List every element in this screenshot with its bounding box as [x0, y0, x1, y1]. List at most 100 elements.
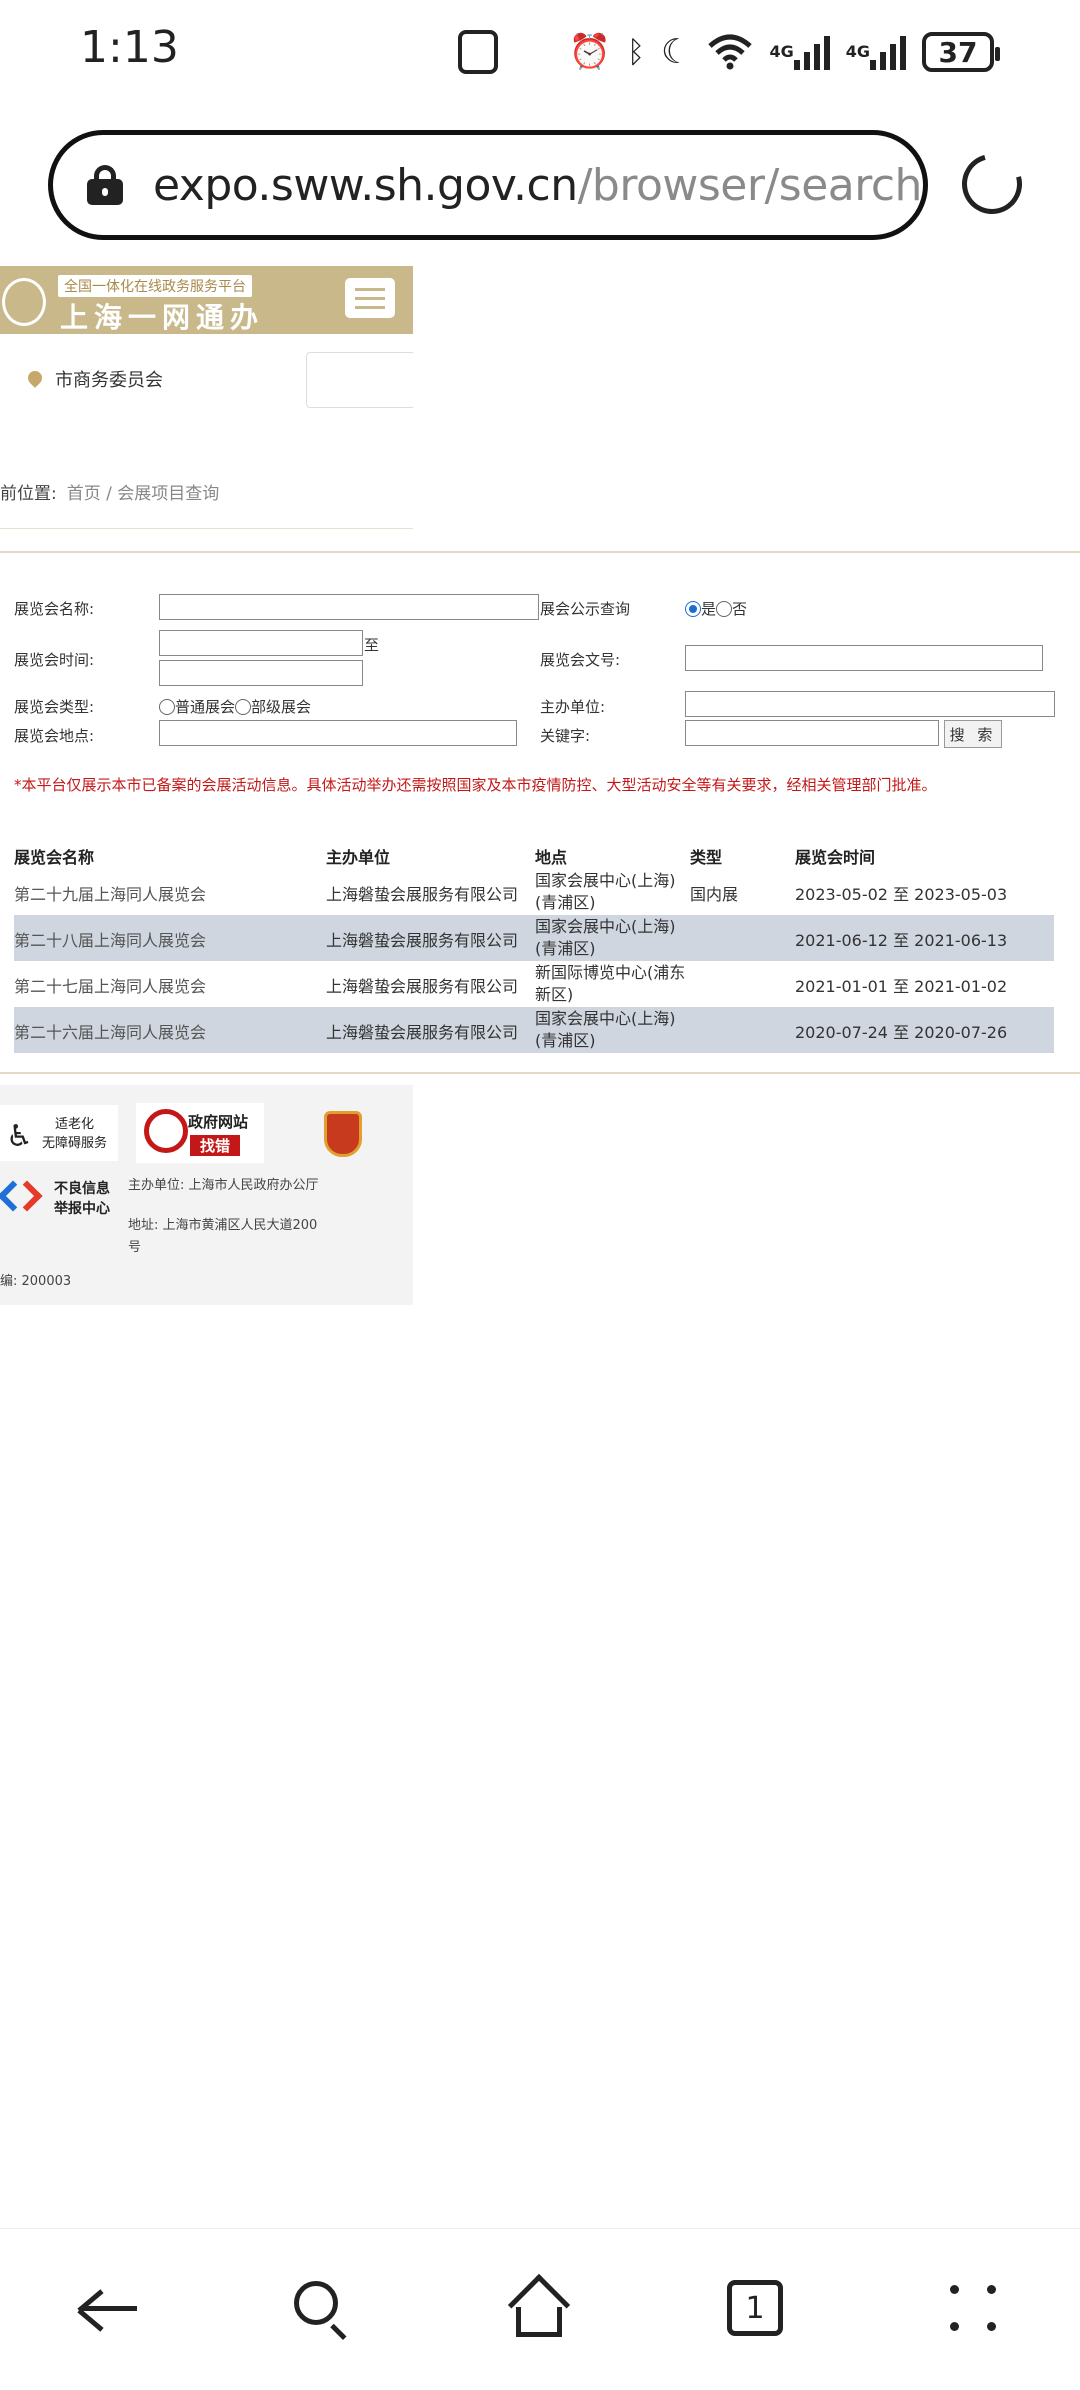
location-text[interactable]: 市商务委员会: [55, 366, 163, 392]
doc-no-label: 展览会文号:: [540, 651, 621, 669]
name-label: 展览会名称:: [14, 600, 95, 618]
place-label: 展览会地点:: [14, 727, 95, 745]
police-badge-icon[interactable]: [324, 1111, 362, 1157]
battery-icon: 37: [922, 32, 1000, 72]
report-center-text[interactable]: 不良信息 举报中心: [54, 1179, 110, 1219]
back-arrow-icon: [77, 2288, 137, 2332]
type-label: 展览会类型:: [14, 698, 95, 716]
status-bar: 1:13 ⏰ ᛒ ☾ 4G 4G 37: [0, 0, 1080, 104]
row-host: 上海磐蛰会展服务有限公司: [326, 977, 519, 996]
publicity-options: 是否: [685, 598, 747, 619]
header-search-box[interactable]: [306, 352, 413, 408]
row-name[interactable]: 第二十七届上海同人展览会: [14, 973, 206, 997]
home-button[interactable]: [504, 2273, 574, 2343]
time-to-label: 至: [364, 636, 380, 654]
url-text[interactable]: expo.sww.sh.gov.cn/browser/search-: [153, 159, 928, 211]
publicity-no-label: 否: [732, 600, 748, 618]
find-error-text: 找错: [190, 1135, 241, 1156]
accessibility-text: 适老化 无障碍服务: [42, 1117, 108, 1151]
place-input[interactable]: [159, 720, 517, 746]
gov-site-text: 政府网站: [188, 1113, 249, 1131]
table-row[interactable]: 第二十七届上海同人展览会 上海磐蛰会展服务有限公司 新国际博览中心(浦东 新区) …: [14, 961, 1054, 1007]
more-dots-icon: [948, 2283, 998, 2333]
col-header-host: 主办单位: [326, 848, 391, 867]
breadcrumb-path[interactable]: 首页 / 会展项目查询: [67, 484, 220, 504]
table-row[interactable]: 第二十八届上海同人展览会 上海磐蛰会展服务有限公司 国家会展中心(上海) (青浦区…: [14, 915, 1054, 961]
network-type-1: 4G: [769, 42, 794, 61]
row-place: 国家会展中心(上海) (青浦区): [535, 871, 676, 912]
keyword-input[interactable]: [685, 720, 939, 746]
type-options: 普通展会 部级展会: [159, 696, 311, 717]
location-row: 市商务委员会: [0, 352, 413, 410]
host-input[interactable]: [685, 691, 1055, 717]
status-time: 1:13: [80, 22, 179, 73]
magnifier-icon: [144, 1109, 188, 1153]
row-place: 新国际博览中心(浦东 新区): [535, 963, 686, 1004]
publicity-yes-label: 是: [701, 600, 717, 618]
wheelchair-icon: ♿: [6, 1119, 33, 1154]
publicity-yes-radio[interactable]: [685, 601, 701, 617]
col-header-name: 展览会名称: [14, 848, 95, 867]
time-label: 展览会时间:: [14, 651, 95, 669]
report-center-icon[interactable]: [0, 1177, 43, 1217]
more-button[interactable]: [938, 2273, 1008, 2343]
row-type: 国内展: [690, 885, 739, 904]
notice-text: *本平台仅展示本市已备案的会展活动信息。具体活动举办还需按照国家及本市疫情防控、…: [14, 776, 937, 794]
type-normal-label: 普通展会: [175, 698, 236, 716]
tabs-button[interactable]: 1: [720, 2273, 790, 2343]
signal-2-icon: 4G: [846, 26, 906, 78]
col-header-place: 地点: [535, 848, 568, 867]
bluetooth-icon: ᛒ: [626, 34, 645, 70]
table-row[interactable]: 第二十六届上海同人展览会 上海磐蛰会展服务有限公司 国家会展中心(上海) (青浦区…: [14, 1007, 1054, 1053]
moon-icon: ☾: [660, 32, 692, 72]
banner-subtitle: 全国一体化在线政务服务平台: [58, 275, 252, 297]
row-place: 国家会展中心(上海) (青浦区): [535, 917, 676, 958]
site-footer: ♿ 适老化 无障碍服务 政府网站 找错 不良信息 举报中心 主办单位: 上海市人民政…: [0, 1085, 413, 1305]
col-header-time: 展览会时间: [795, 848, 876, 867]
breadcrumb: 前位置: 首页 / 会展项目查询: [0, 479, 219, 504]
location-pin-icon: [25, 368, 45, 388]
emblem-icon: [2, 278, 46, 326]
publicity-no-radio[interactable]: [716, 601, 733, 617]
row-time: 2021-01-01 至 2021-01-02: [795, 977, 1008, 996]
url-path: /browser/search-: [577, 159, 928, 211]
footer-host: 主办单位: 上海市人民政府办公厅: [128, 1178, 319, 1193]
signal-1-icon: 4G: [769, 26, 830, 78]
url-host: expo.sww.sh.gov.cn: [153, 159, 578, 211]
search-button-nav[interactable]: [286, 2273, 356, 2343]
row-host: 上海磐蛰会展服务有限公司: [326, 931, 519, 950]
search-icon: [292, 2279, 350, 2340]
accessibility-link[interactable]: ♿ 适老化 无障碍服务: [0, 1105, 118, 1161]
row-name[interactable]: 第二十八届上海同人展览会: [14, 927, 206, 951]
site-banner[interactable]: 全国一体化在线政务服务平台 上海一网通办: [0, 266, 413, 334]
search-button[interactable]: 搜 索: [944, 720, 1002, 748]
reload-icon[interactable]: [951, 143, 1033, 225]
doc-no-input[interactable]: [685, 645, 1043, 671]
type-normal-radio[interactable]: [159, 699, 175, 715]
alarm-icon: ⏰: [568, 32, 611, 72]
back-button[interactable]: [72, 2273, 142, 2343]
gov-site-error-link[interactable]: 政府网站 找错: [136, 1103, 264, 1163]
type-ministry-radio[interactable]: [235, 699, 252, 715]
banner-title: 上海一网通办: [60, 301, 265, 334]
browser-nav-bar: 1: [0, 2228, 1080, 2390]
name-input[interactable]: [159, 594, 539, 620]
row-time: 2020-07-24 至 2020-07-26: [795, 1023, 1008, 1042]
table-row[interactable]: 第二十九届上海同人展览会 上海磐蛰会展服务有限公司 国家会展中心(上海) (青浦区…: [14, 869, 1054, 915]
section-divider: [0, 551, 1080, 553]
lock-icon: [87, 165, 123, 205]
row-name[interactable]: 第二十九届上海同人展览会: [14, 881, 206, 905]
col-header-type: 类型: [690, 848, 723, 867]
row-name[interactable]: 第二十六届上海同人展览会: [14, 1019, 206, 1043]
address-bar[interactable]: expo.sww.sh.gov.cn/browser/search-: [48, 130, 928, 240]
time-start-input[interactable]: [159, 630, 363, 656]
tab-count: 1: [745, 2290, 765, 2326]
time-end-input[interactable]: [159, 660, 363, 686]
menu-button[interactable]: [345, 278, 395, 318]
table-bottom-divider: [0, 1072, 1080, 1074]
home-icon: [507, 2273, 571, 2337]
row-place: 国家会展中心(上海) (青浦区): [535, 1009, 676, 1050]
host-label: 主办单位:: [540, 698, 606, 716]
type-ministry-label: 部级展会: [251, 698, 312, 716]
footer-postcode: 编: 200003: [0, 1274, 72, 1289]
